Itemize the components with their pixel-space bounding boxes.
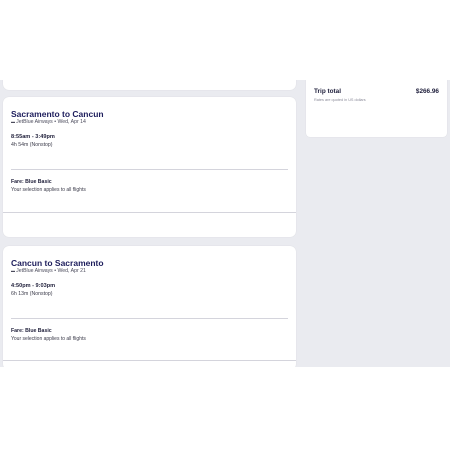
trip-total-price: $266.96 <box>415 88 439 95</box>
divider <box>11 318 288 319</box>
flight-duration: 4h 54m (Nonstop) <box>11 142 53 148</box>
card-footer <box>3 212 296 239</box>
fare-note: Your selection applies to all flights <box>11 187 86 193</box>
fare-type: Fare: Blue Basic <box>11 179 52 185</box>
airline-date-text: JetBlue Airways • Wed, Apr 14 <box>16 119 86 125</box>
flight-route-title: Cancun to Sacramento <box>11 258 104 268</box>
fare-type: Fare: Blue Basic <box>11 328 52 334</box>
flight-card-outbound: Sacramento to Cancun ▬ JetBlue Airways •… <box>3 97 296 237</box>
flight-duration: 6h 13m (Nonstop) <box>11 291 53 297</box>
flight-card-return: Cancun to Sacramento ▬ JetBlue Airways •… <box>3 246 296 367</box>
airline-date: ▬ JetBlue Airways • Wed, Apr 14 <box>11 119 86 125</box>
trip-total-label: Trip total <box>314 88 341 95</box>
flight-route-title: Sacramento to Cancun <box>11 109 104 119</box>
trip-total-card: Trip total $266.96 Rates are quoted in U… <box>306 80 447 137</box>
currency-note: Rates are quoted in US dollars <box>314 98 366 102</box>
fare-note: Your selection applies to all flights <box>11 336 86 342</box>
card-footer <box>3 360 296 367</box>
jetblue-logo-icon: ▬ <box>11 268 15 274</box>
divider <box>11 169 288 170</box>
page-top-edge <box>0 72 450 80</box>
jetblue-logo-icon: ▬ <box>11 119 15 125</box>
airline-date: ▬ JetBlue Airways • Wed, Apr 21 <box>11 268 86 274</box>
flight-times: 8:55am - 3:49pm <box>11 134 55 140</box>
previous-card-stub: • <box>3 80 296 90</box>
scroll-viewport[interactable]: • Sacramento to Cancun ▬ JetBlue Airways… <box>0 80 450 367</box>
airline-date-text: JetBlue Airways • Wed, Apr 21 <box>16 268 86 274</box>
flight-times: 4:50pm - 9:03pm <box>11 283 56 289</box>
